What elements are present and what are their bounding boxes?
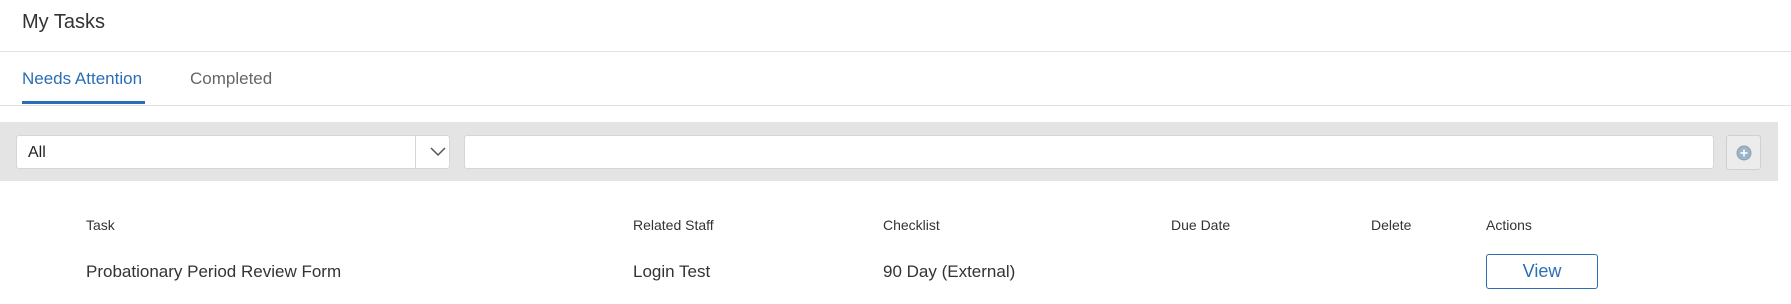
column-header-actions: Actions bbox=[1486, 217, 1532, 233]
cell-task: Probationary Period Review Form bbox=[86, 262, 342, 281]
search-input[interactable] bbox=[464, 135, 1714, 169]
page-title: My Tasks bbox=[22, 11, 105, 33]
filter-select-value: All bbox=[28, 144, 46, 161]
chevron-down-icon[interactable] bbox=[429, 145, 447, 159]
cell-checklist: 90 Day (External) bbox=[883, 262, 1016, 281]
cell-related-staff: Login Test bbox=[633, 262, 711, 281]
column-header-checklist: Checklist bbox=[883, 217, 940, 233]
column-header-task: Task bbox=[86, 217, 115, 233]
tab-needs-attention[interactable]: Needs Attention bbox=[22, 69, 142, 89]
plus-circle-icon bbox=[1736, 145, 1752, 161]
filter-select[interactable]: All bbox=[16, 135, 450, 169]
page-header: My Tasks bbox=[0, 0, 1791, 52]
column-header-due-date: Due Date bbox=[1171, 217, 1231, 233]
column-header-delete: Delete bbox=[1371, 217, 1412, 233]
column-header-related-staff: Related Staff bbox=[633, 217, 714, 233]
tab-bar: Needs Attention Completed bbox=[0, 52, 1791, 106]
select-divider bbox=[415, 136, 416, 168]
tab-completed[interactable]: Completed bbox=[190, 69, 272, 89]
active-tab-indicator bbox=[22, 101, 145, 104]
filter-bar: All bbox=[0, 122, 1778, 181]
add-button[interactable] bbox=[1726, 135, 1761, 170]
view-button[interactable]: View bbox=[1486, 254, 1598, 289]
